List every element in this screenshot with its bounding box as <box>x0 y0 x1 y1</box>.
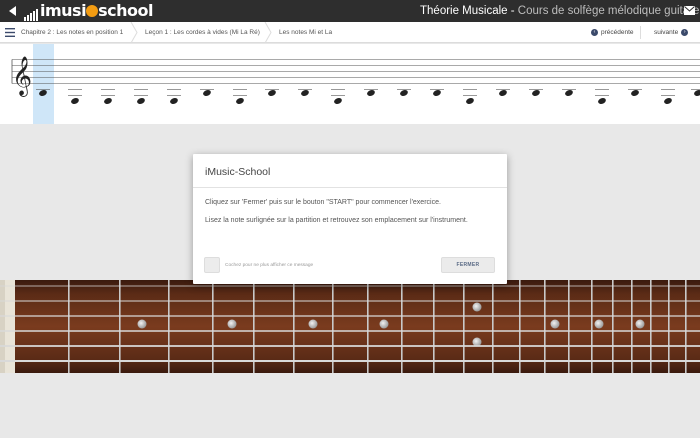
guitar-fretboard[interactable] <box>0 280 700 373</box>
nut <box>0 280 5 373</box>
top-bar: imusi school Théorie Musicale - Cours de … <box>0 0 700 22</box>
staff-svg: 𝄞 <box>11 44 700 124</box>
logo-bars <box>24 5 38 21</box>
modal-text-read: Lisez la note surlignée sur la partition… <box>205 217 468 224</box>
note <box>595 89 609 104</box>
note <box>496 89 510 96</box>
instructions-modal: iMusic-School Cliquez sur 'Fermer' puis … <box>193 154 507 284</box>
fret <box>591 280 593 373</box>
note <box>167 89 181 104</box>
note <box>562 89 576 96</box>
fret-inlay <box>227 319 237 329</box>
fret <box>168 280 170 373</box>
page-title-sub: Cours de solfège mélodique guitare <box>514 5 700 17</box>
logo-text: imusi school <box>40 1 153 20</box>
note <box>331 89 345 104</box>
fret-inlay <box>635 319 645 329</box>
note <box>628 89 642 96</box>
fret <box>401 280 403 373</box>
modal-divider <box>193 187 507 188</box>
notes <box>36 89 700 104</box>
nav-divider <box>640 26 641 39</box>
chevron-left-icon: ‹ <box>591 29 598 36</box>
fret <box>544 280 546 373</box>
previous-button[interactable]: ‹ précédente <box>591 22 634 43</box>
chevron-right-icon <box>130 22 138 43</box>
menu-icon[interactable] <box>5 28 15 37</box>
note <box>364 89 378 96</box>
hide-message-label: Cochez pour ne plus afficher ce message <box>225 263 314 268</box>
fret <box>253 280 255 373</box>
fret <box>519 280 521 373</box>
fret <box>119 280 121 373</box>
note <box>397 89 411 96</box>
note <box>200 89 214 96</box>
breadcrumb-chapter[interactable]: Chapitre 2 : Les notes en position 1 <box>21 22 123 43</box>
fret <box>212 280 214 373</box>
modal-text-start: Cliquez sur 'Fermer' puis sur le bouton … <box>205 199 441 206</box>
staff-lines <box>12 59 700 84</box>
note <box>298 89 312 96</box>
fret <box>612 280 614 373</box>
note <box>691 89 700 96</box>
chevron-right-icon: › <box>681 29 689 36</box>
fret <box>293 280 295 373</box>
fret <box>650 280 652 373</box>
treble-clef-icon: 𝄞 <box>12 56 32 97</box>
note <box>134 89 148 104</box>
note <box>463 89 477 104</box>
fret-inlay <box>308 319 318 329</box>
breadcrumb: Chapitre 2 : Les notes en position 1 Leç… <box>0 22 700 43</box>
logo: imusi school <box>24 1 153 21</box>
fret <box>332 280 334 373</box>
fret <box>492 280 494 373</box>
close-button[interactable]: FERMER <box>441 257 495 273</box>
note <box>233 89 247 104</box>
next-button[interactable]: suivante › <box>654 22 689 43</box>
page-title: Théorie Musicale - Cours de solfège mélo… <box>420 0 699 22</box>
fret-inlay <box>472 302 482 312</box>
music-staff: 𝄞 <box>0 44 700 124</box>
fret-inlay <box>594 319 604 329</box>
back-arrow-icon[interactable] <box>6 4 20 18</box>
note <box>265 89 279 96</box>
fret <box>668 280 670 373</box>
fret <box>433 280 435 373</box>
note <box>101 89 115 104</box>
note <box>430 89 444 96</box>
note-highlight <box>33 44 54 124</box>
fret-inlay <box>550 319 560 329</box>
modal-title: iMusic-School <box>205 166 271 178</box>
fret <box>68 280 70 373</box>
fret-inlay <box>379 319 389 329</box>
note <box>529 89 543 96</box>
mail-icon[interactable] <box>684 6 695 15</box>
fret <box>631 280 633 373</box>
fretboard-svg <box>0 280 700 373</box>
fret <box>685 280 687 373</box>
note <box>661 89 675 104</box>
page-title-main: Théorie Musicale - <box>420 5 515 17</box>
fret <box>367 280 369 373</box>
breadcrumb-lesson[interactable]: Leçon 1 : Les cordes à vides (Mi La Ré) <box>145 22 260 43</box>
fret <box>463 280 465 373</box>
chevron-right-icon <box>264 22 272 43</box>
breadcrumb-notes[interactable]: Les notes Mi et La <box>279 22 332 43</box>
fret-inlay <box>137 319 147 329</box>
note <box>68 89 82 104</box>
hide-message-checkbox[interactable] <box>204 257 220 273</box>
logo-o-dot <box>86 5 99 17</box>
fret <box>568 280 570 373</box>
